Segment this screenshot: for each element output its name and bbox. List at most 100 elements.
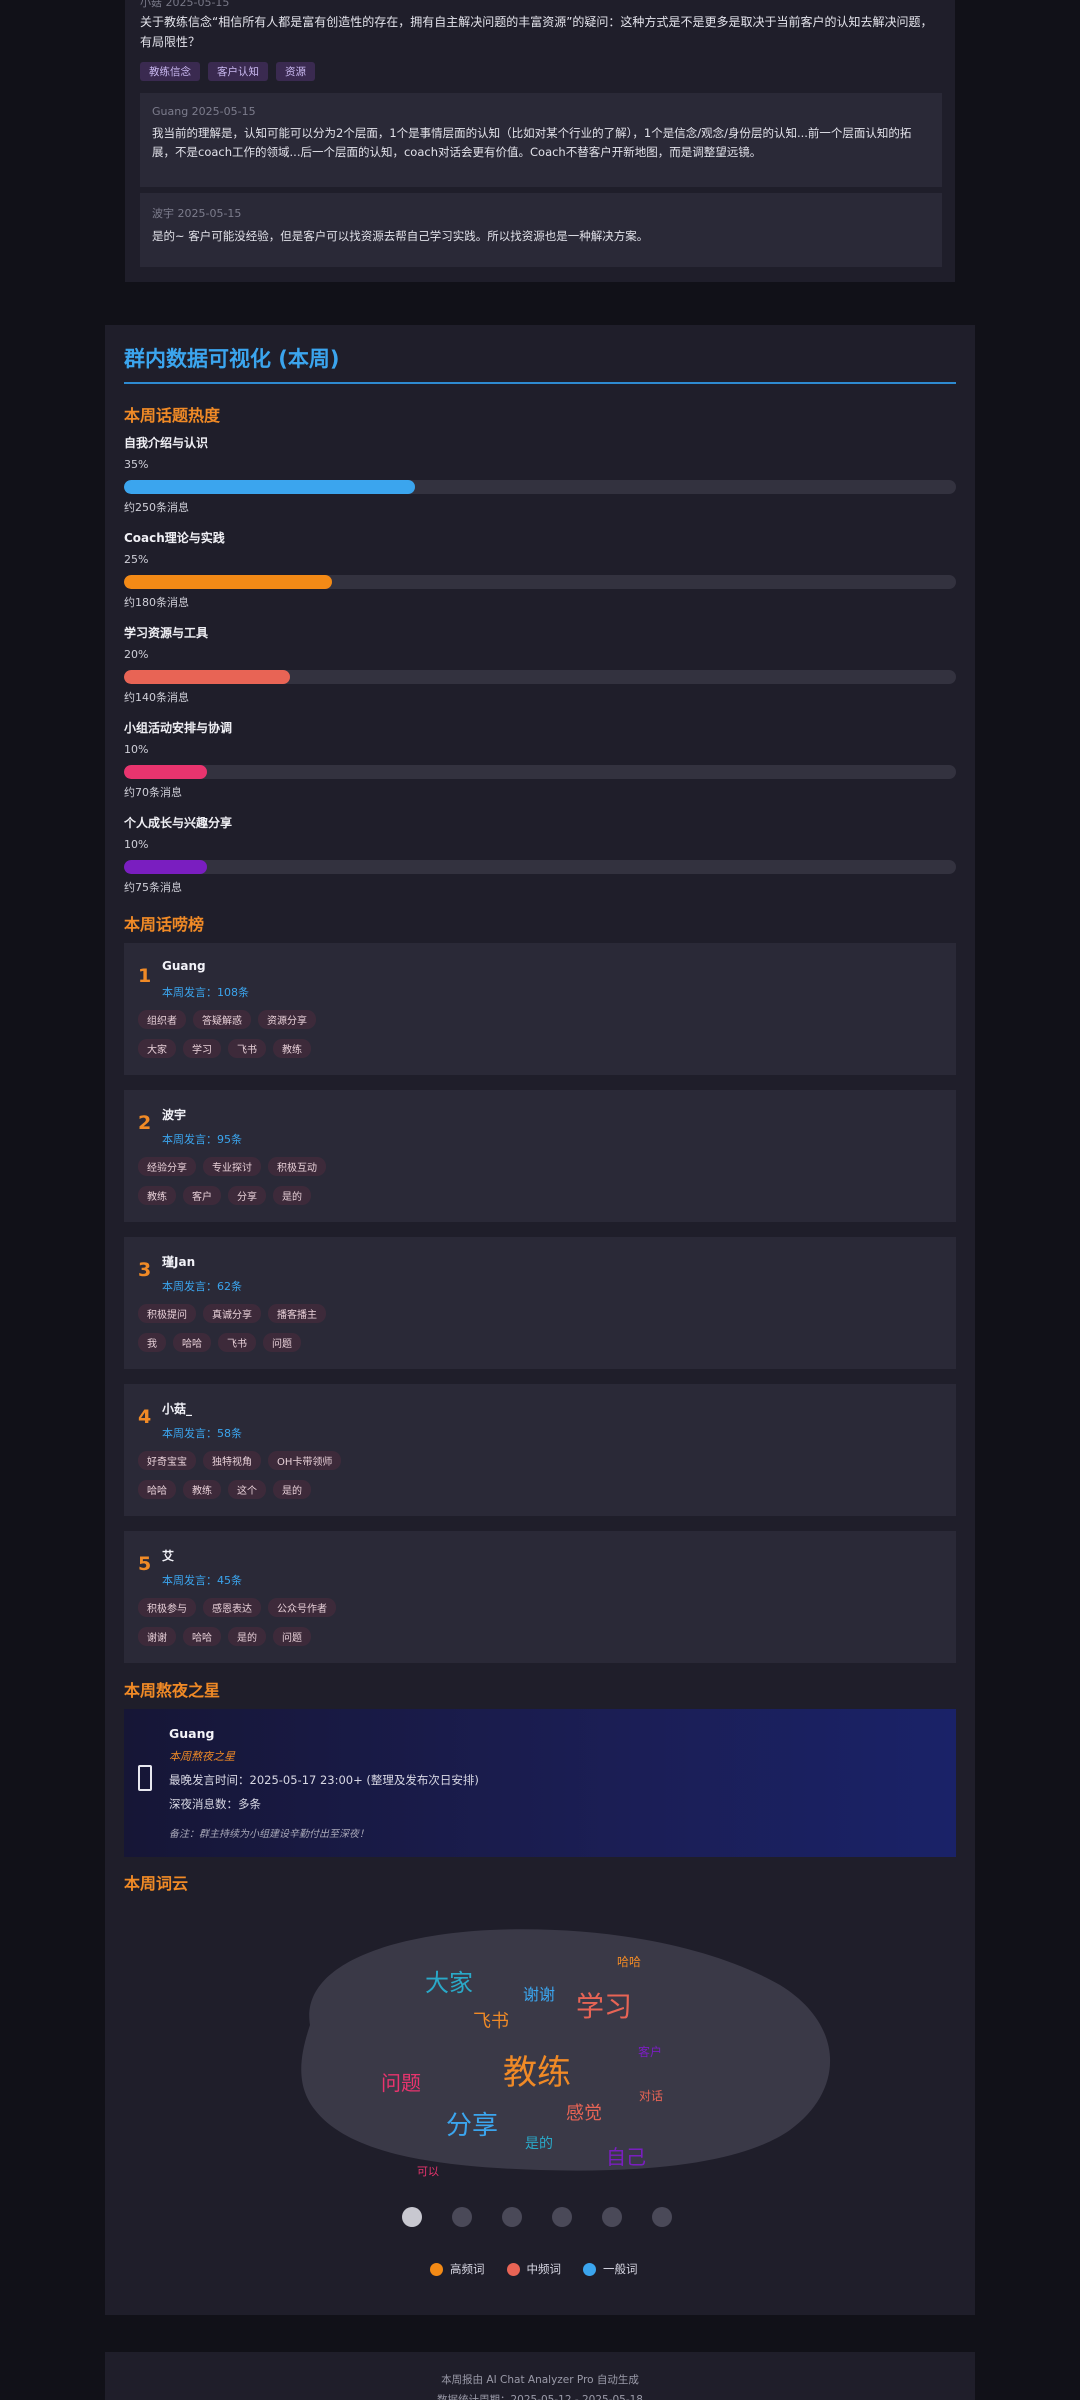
rank-number: 3 (138, 1259, 152, 1281)
legend-swatch (506, 2262, 520, 2276)
role-tag: 公众号作者 (268, 1598, 336, 1617)
topic-count: 约75条消息 (124, 881, 182, 894)
qa-tag: 教练信念 (140, 62, 200, 81)
cloud-word: 问题 (381, 2071, 421, 2095)
legend-item: 高频词 (430, 2261, 485, 2277)
role-tag: 积极互动 (268, 1157, 326, 1176)
word-tag: 问题 (263, 1333, 301, 1352)
section-title: 群内数据可视化 (本周) (124, 347, 340, 371)
role-tag: 播客播主 (268, 1304, 326, 1323)
rank-word-tags: 我 哈哈 飞书 问题 (138, 1333, 301, 1352)
role-tag: 积极参与 (138, 1598, 196, 1617)
role-tag: 积极提问 (138, 1304, 196, 1323)
topic-count: 约180条消息 (124, 596, 189, 609)
ranking-card: 4 小菇_ 本周发言：58条 好奇宝宝 独特视角 OH卡带领师 哈哈 教练 这个… (124, 1384, 956, 1516)
rank-word-tags: 教练 客户 分享 是的 (138, 1186, 311, 1205)
word-tag: 学习 (183, 1039, 221, 1058)
rank-role-tags: 组织者 答疑解惑 资源分享 (138, 1010, 316, 1029)
cloud-word: 教练 (503, 2053, 571, 2093)
topic-progress-track (124, 480, 956, 494)
cloud-word: 感觉 (566, 2103, 602, 2124)
cloud-word: 飞书 (473, 2011, 509, 2032)
qa-card: 小菇 2025-05-15 关于教练信念“相信所有人都是富有创造性的存在，拥有自… (125, 0, 955, 282)
word-tag: 哈哈 (138, 1480, 176, 1499)
rank-message-count: 本周发言：62条 (162, 1280, 242, 1293)
word-tag: 教练 (273, 1039, 311, 1058)
pagination-dot[interactable] (552, 2207, 572, 2227)
night-star-card: Guang 本周熬夜之星 最晚发言时间：2025-05-17 23:00+ (整… (124, 1709, 956, 1857)
rank-word-tags: 大家 学习 飞书 教练 (138, 1039, 311, 1058)
ranking-card: 5 艾 本周发言：45条 积极参与 感恩表达 公众号作者 谢谢 哈哈 是的 问题 (124, 1531, 956, 1663)
qa-tag: 资源 (276, 62, 315, 81)
cloud-word: 学习 (576, 1990, 633, 2023)
word-tag: 客户 (183, 1186, 221, 1205)
topic-item: 小组活动安排与协调 10% 约70条消息 (124, 719, 956, 809)
legend-label: 一般词 (603, 2262, 638, 2276)
topic-count: 约140条消息 (124, 691, 189, 704)
rank-number: 2 (138, 1112, 152, 1134)
topic-item: 学习资源与工具 20% 约140条消息 (124, 624, 956, 714)
role-tag: 感恩表达 (203, 1598, 261, 1617)
legend-label: 中频词 (526, 2262, 562, 2276)
cloud-word: 自己 (606, 2145, 646, 2169)
ranking-card: 1 Guang 本周发言：108条 组织者 答疑解惑 资源分享 大家 学习 飞书… (124, 943, 956, 1075)
word-tag: 哈哈 (173, 1333, 211, 1352)
legend-item: 中频词 (506, 2261, 562, 2277)
night-star-name: Guang (169, 1726, 215, 1741)
topic-percent: 25% (124, 553, 149, 566)
role-tag: 真诚分享 (203, 1304, 261, 1323)
cloud-word: 可以 (417, 2165, 439, 2178)
rank-message-count: 本周发言：58条 (162, 1427, 242, 1440)
rank-word-tags: 哈哈 教练 这个 是的 (138, 1480, 311, 1499)
word-tag: 教练 (138, 1186, 176, 1205)
pagination-dot[interactable] (602, 2207, 622, 2227)
qa-reply: Guang 2025-05-15 我当前的理解是，认知可能可以分为2个层面，1个… (140, 93, 942, 187)
role-tag: 资源分享 (258, 1010, 316, 1029)
topic-progress-track (124, 860, 956, 874)
pagination-dot[interactable] (652, 2207, 672, 2227)
word-cloud-heading: 本周词云 (124, 1874, 189, 1893)
word-tag: 谢谢 (138, 1627, 176, 1646)
footer-period: 数据统计周期：2025-05-12 - 2025-05-18 (436, 2394, 643, 2400)
topic-name: 小组活动安排与协调 (124, 721, 233, 735)
pagination-dot[interactable] (452, 2207, 472, 2227)
rank-message-count: 本周发言：108条 (162, 986, 249, 999)
word-tag: 飞书 (228, 1039, 266, 1058)
word-tag: 是的 (273, 1186, 311, 1205)
topic-progress-track (124, 765, 956, 779)
topic-percent: 35% (124, 458, 149, 471)
role-tag: 答疑解惑 (193, 1010, 251, 1029)
qa-tag: 客户认知 (208, 62, 268, 81)
rank-number: 1 (138, 965, 152, 987)
reply-meta: Guang 2025-05-15 (152, 105, 256, 118)
rank-number: 4 (138, 1406, 152, 1428)
night-star-count: 深夜消息数：多条 (169, 1797, 261, 1811)
topic-count: 约70条消息 (124, 786, 182, 799)
word-tag: 教练 (183, 1480, 221, 1499)
word-tag: 是的 (228, 1627, 266, 1646)
cloud-word: 大家 (425, 1969, 473, 1997)
role-tag: 独特视角 (203, 1451, 261, 1470)
cloud-word: 对话 (639, 2089, 664, 2103)
qa-meta: 小菇 2025-05-15 (140, 0, 230, 9)
moon-icon (138, 1765, 152, 1791)
topic-percent: 10% (124, 743, 149, 756)
pagination-dot[interactable] (502, 2207, 522, 2227)
topic-progress-fill (124, 480, 416, 494)
word-tag: 飞书 (218, 1333, 256, 1352)
word-tag: 这个 (228, 1480, 266, 1499)
rank-role-tags: 积极提问 真诚分享 播客播主 (138, 1304, 326, 1323)
legend-item: 一般词 (583, 2261, 638, 2277)
topic-progress-track (124, 575, 956, 589)
rank-role-tags: 积极参与 感恩表达 公众号作者 (138, 1598, 336, 1617)
topic-progress-fill (124, 670, 291, 684)
rank-user-name: 波宇 (162, 1108, 187, 1122)
night-star-title: 本周熬夜之星 (169, 1750, 235, 1763)
word-tag: 是的 (273, 1480, 311, 1499)
pagination-dot[interactable] (402, 2207, 422, 2227)
topic-name: 个人成长与兴趣分享 (124, 816, 233, 830)
role-tag: 经验分享 (138, 1157, 196, 1176)
role-tag: OH卡带领师 (268, 1451, 342, 1470)
night-star-note: 备注：群主持续为小组建设辛勤付出至深夜！ (169, 1829, 369, 1840)
topic-item: 个人成长与兴趣分享 10% 约75条消息 (124, 814, 956, 904)
